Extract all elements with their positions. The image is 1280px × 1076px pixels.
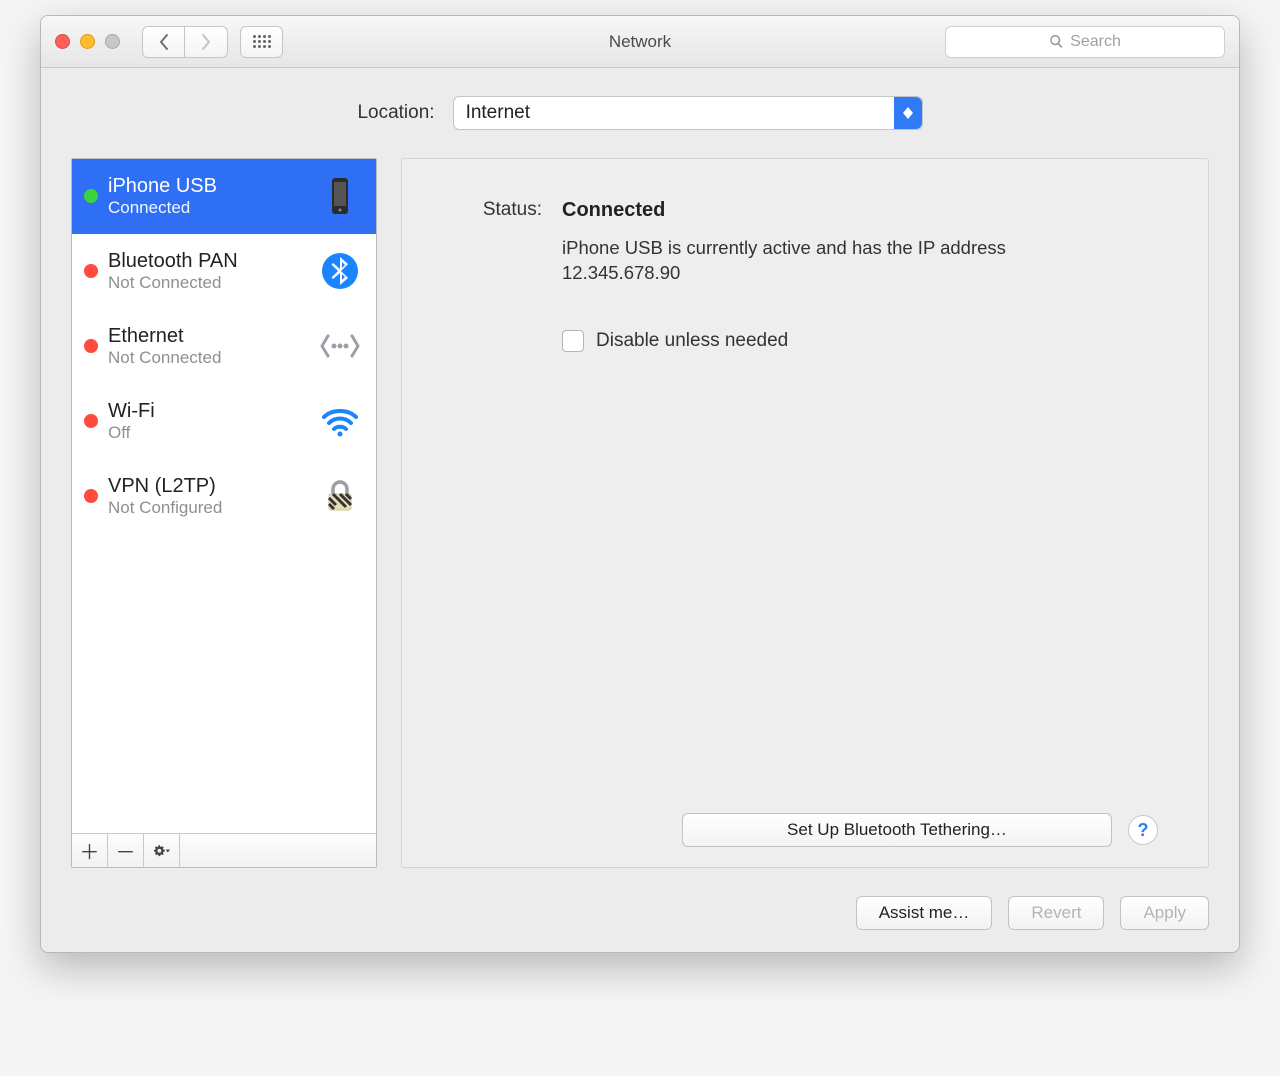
interface-item-wifi[interactable]: Wi-Fi Off (72, 384, 376, 459)
interface-text: Wi-Fi Off (108, 400, 308, 443)
minimize-window-button[interactable] (80, 34, 95, 49)
status-description: iPhone USB is currently active and has t… (562, 236, 1082, 286)
close-window-button[interactable] (55, 34, 70, 49)
status-value: Connected (562, 199, 1158, 222)
interface-item-bluetooth-pan[interactable]: Bluetooth PAN Not Connected (72, 234, 376, 309)
interface-name: VPN (L2TP) (108, 475, 308, 498)
wifi-icon (318, 399, 362, 443)
titlebar: Network Search (41, 16, 1239, 68)
interface-name: Wi-Fi (108, 400, 308, 423)
disable-unless-needed-row: Disable unless needed (562, 330, 1158, 352)
interface-item-iphone-usb[interactable]: iPhone USB Connected (72, 159, 376, 234)
search-input[interactable]: Search (945, 26, 1225, 58)
remove-interface-button[interactable]: － (108, 834, 144, 867)
interface-detail-pane: Status: Connected iPhone USB is currentl… (401, 158, 1209, 868)
interface-item-ethernet[interactable]: Ethernet Not Connected (72, 309, 376, 384)
back-button[interactable] (142, 26, 185, 58)
plus-icon: ＋ (80, 836, 100, 865)
apply-label: Apply (1143, 903, 1186, 923)
location-row: Location: Internet (41, 68, 1239, 158)
forward-button[interactable] (185, 26, 228, 58)
status-label: Status: (452, 199, 542, 286)
ethernet-icon (318, 324, 362, 368)
status-body: Connected iPhone USB is currently active… (562, 199, 1158, 286)
show-all-prefs-button[interactable] (240, 26, 283, 58)
interface-status: Not Connected (108, 273, 308, 293)
location-select[interactable]: Internet (453, 96, 923, 130)
revert-button[interactable]: Revert (1008, 896, 1104, 930)
add-interface-button[interactable]: ＋ (72, 834, 108, 867)
assist-me-button[interactable]: Assist me… (856, 896, 993, 930)
status-dot-icon (84, 414, 98, 428)
interface-status: Not Connected (108, 348, 308, 368)
detail-footer: Set Up Bluetooth Tethering… ? (452, 793, 1158, 847)
location-select-value: Internet (466, 102, 530, 124)
body: iPhone USB Connected Bluetooth PAN Not C… (41, 158, 1239, 886)
zoom-window-button[interactable] (105, 34, 120, 49)
lock-icon (318, 474, 362, 518)
status-dot-icon (84, 339, 98, 353)
interface-text: VPN (L2TP) Not Configured (108, 475, 308, 518)
iphone-icon (318, 174, 362, 218)
interface-name: Ethernet (108, 325, 308, 348)
interface-item-vpn[interactable]: VPN (L2TP) Not Configured (72, 459, 376, 534)
nav-buttons (142, 26, 228, 58)
location-label: Location: (357, 102, 434, 124)
sidebar-footer: ＋ － (72, 833, 376, 867)
status-dot-icon (84, 264, 98, 278)
search-placeholder: Search (1070, 33, 1121, 51)
assist-me-label: Assist me… (879, 903, 970, 923)
disable-unless-needed-label: Disable unless needed (596, 330, 788, 352)
help-button[interactable]: ? (1128, 815, 1158, 845)
window-title: Network (609, 32, 671, 52)
interface-status: Connected (108, 198, 308, 218)
grid-icon (253, 35, 271, 48)
interface-status: Off (108, 423, 308, 443)
gear-icon (154, 843, 170, 859)
interface-actions-button[interactable] (144, 834, 180, 867)
search-icon (1049, 34, 1064, 49)
interface-text: iPhone USB Connected (108, 175, 308, 218)
network-preferences-window: Network Search Location: Internet iPhone… (40, 15, 1240, 953)
status-row: Status: Connected iPhone USB is currentl… (452, 199, 1158, 286)
minus-icon: － (116, 836, 136, 865)
disable-unless-needed-checkbox[interactable] (562, 330, 584, 352)
question-icon: ? (1138, 820, 1149, 841)
status-dot-icon (84, 189, 98, 203)
status-dot-icon (84, 489, 98, 503)
interface-name: iPhone USB (108, 175, 308, 198)
interface-status: Not Configured (108, 498, 308, 518)
interface-list: iPhone USB Connected Bluetooth PAN Not C… (72, 159, 376, 833)
window-footer: Assist me… Revert Apply (41, 886, 1239, 952)
setup-button-label: Set Up Bluetooth Tethering… (787, 820, 1007, 840)
interface-sidebar: iPhone USB Connected Bluetooth PAN Not C… (71, 158, 377, 868)
apply-button[interactable]: Apply (1120, 896, 1209, 930)
interface-text: Ethernet Not Connected (108, 325, 308, 368)
interface-name: Bluetooth PAN (108, 250, 308, 273)
interface-text: Bluetooth PAN Not Connected (108, 250, 308, 293)
select-arrows-icon (894, 97, 922, 129)
traffic-lights (55, 34, 120, 49)
revert-label: Revert (1031, 903, 1081, 923)
setup-bluetooth-tethering-button[interactable]: Set Up Bluetooth Tethering… (682, 813, 1112, 847)
bluetooth-icon (318, 249, 362, 293)
